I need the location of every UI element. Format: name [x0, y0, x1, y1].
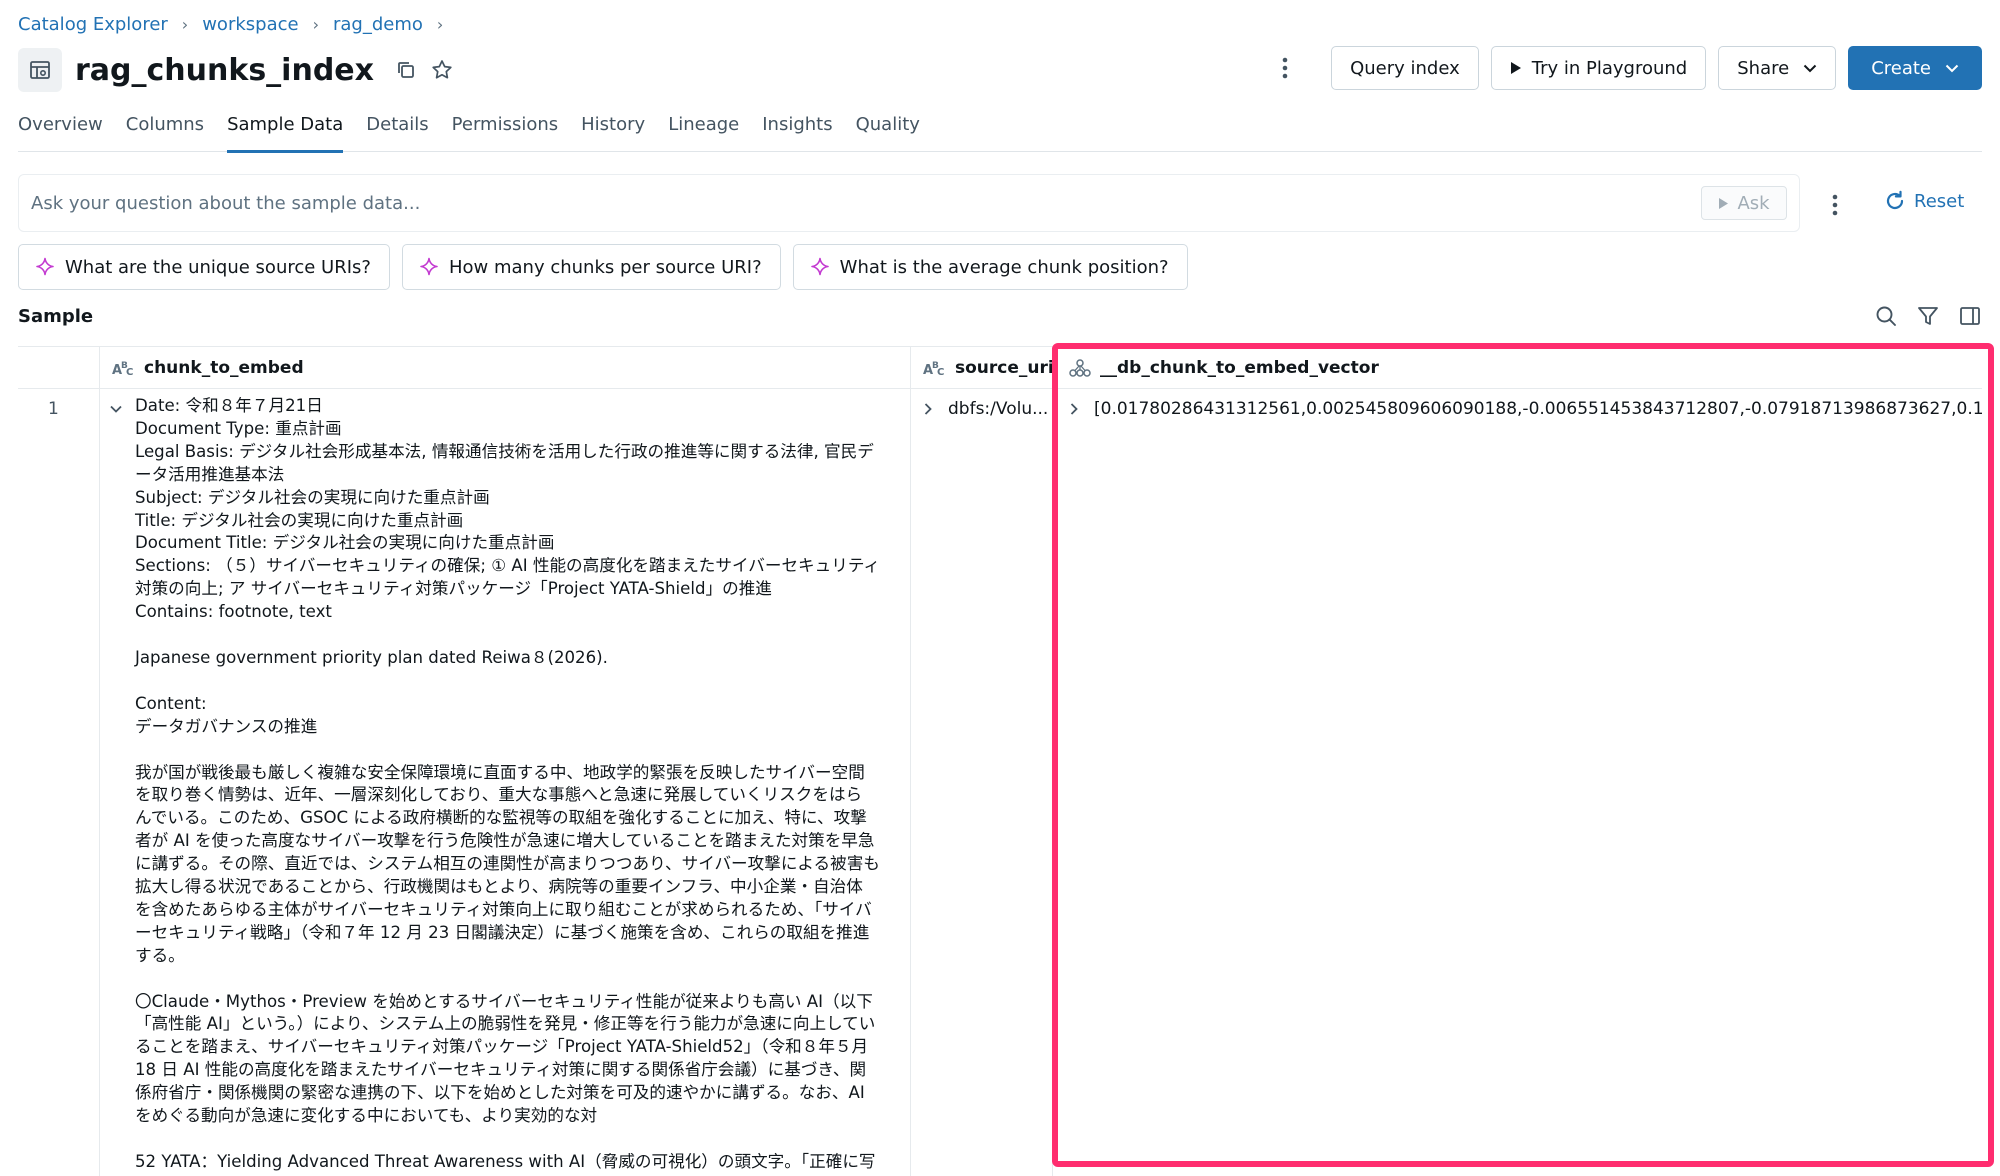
column-divider — [99, 347, 100, 1176]
search-icon[interactable] — [1874, 304, 1898, 328]
suggestion-label: What is the average chunk position? — [839, 256, 1169, 278]
source-uri-cell: dbfs:/Volu... — [948, 399, 1049, 419]
tab-overview[interactable]: Overview — [18, 110, 103, 152]
reset-button[interactable]: Reset — [1884, 190, 1964, 212]
sparkle-icon — [810, 257, 830, 277]
tab-sample-data[interactable]: Sample Data — [227, 110, 344, 153]
column-name: source_uri — [955, 358, 1054, 378]
play-icon — [1718, 197, 1729, 210]
page-title: rag_chunks_index — [75, 52, 374, 88]
create-button[interactable]: Create — [1848, 46, 1982, 90]
column-name: chunk_to_embed — [144, 358, 304, 378]
column-header-chunk-to-embed[interactable]: ABC chunk_to_embed — [112, 347, 304, 389]
breadcrumb-workspace[interactable]: workspace — [202, 14, 298, 35]
suggestion-label: How many chunks per source URI? — [448, 256, 762, 278]
tab-permissions[interactable]: Permissions — [452, 110, 558, 152]
filter-icon[interactable] — [1916, 304, 1940, 328]
ask-bar: Ask — [18, 174, 1800, 232]
column-header-db-chunk-to-embed-vector[interactable]: __db_chunk_to_embed_vector — [1068, 347, 1379, 389]
chevron-right-icon: › — [181, 15, 189, 34]
string-type-icon: ABC — [112, 359, 136, 377]
sparkle-icon — [419, 257, 439, 277]
tab-columns[interactable]: Columns — [126, 110, 204, 152]
svg-text:C: C — [126, 367, 133, 377]
query-index-button[interactable]: Query index — [1331, 46, 1479, 90]
header-actions: Query index Try in Playground Share Crea… — [1267, 46, 1982, 90]
ask-question-input[interactable] — [19, 192, 1701, 214]
ask-button[interactable]: Ask — [1701, 186, 1787, 220]
sample-section-title: Sample — [18, 306, 94, 327]
sample-toolbar — [1874, 304, 1982, 328]
chevron-right-icon: › — [436, 15, 444, 34]
title-row: rag_chunks_index — [18, 48, 456, 92]
chevron-down-icon[interactable] — [106, 399, 126, 419]
more-options-icon[interactable] — [1267, 46, 1303, 90]
create-label: Create — [1871, 57, 1931, 79]
breadcrumb-rag-demo[interactable]: rag_demo — [333, 14, 423, 35]
table-header-row: ABC chunk_to_embed ABC source_uri __db_c… — [18, 347, 1982, 389]
chevron-right-icon[interactable] — [918, 399, 938, 419]
tab-insights[interactable]: Insights — [762, 110, 832, 152]
share-button[interactable]: Share — [1718, 46, 1837, 90]
query-index-label: Query index — [1350, 57, 1460, 79]
tab-bar: Overview Columns Sample Data Details Per… — [18, 110, 1982, 153]
try-in-playground-button[interactable]: Try in Playground — [1490, 46, 1707, 90]
sample-data-table: ABC chunk_to_embed ABC source_uri __db_c… — [18, 346, 1984, 1176]
sparkle-icon — [35, 257, 55, 277]
copy-icon[interactable] — [392, 56, 420, 84]
refresh-icon — [1884, 190, 1906, 212]
share-label: Share — [1737, 57, 1790, 79]
reset-label: Reset — [1914, 190, 1965, 212]
ask-label: Ask — [1737, 192, 1770, 214]
tab-lineage[interactable]: Lineage — [668, 110, 739, 152]
chevron-right-icon: › — [312, 15, 319, 34]
suggestion-chip[interactable]: How many chunks per source URI? — [401, 244, 781, 290]
column-header-source-uri[interactable]: ABC source_uri — [923, 347, 1054, 389]
ask-more-options-icon[interactable] — [1820, 190, 1850, 220]
vector-index-icon — [18, 48, 62, 92]
vector-type-icon — [1068, 358, 1092, 378]
column-divider — [1052, 347, 1053, 1176]
column-name: __db_chunk_to_embed_vector — [1100, 358, 1379, 378]
chevron-down-icon — [1803, 64, 1817, 73]
string-type-icon: ABC — [923, 359, 947, 377]
chevron-right-icon[interactable] — [1064, 399, 1084, 419]
row-index: 1 — [48, 399, 59, 419]
vector-cell: [0.01780286431312561,0.00254580960609018… — [1094, 399, 1984, 419]
suggestion-chip[interactable]: What are the unique source URIs? — [18, 244, 390, 290]
tab-details[interactable]: Details — [366, 110, 428, 152]
svg-text:C: C — [937, 367, 944, 377]
tab-quality[interactable]: Quality — [856, 110, 920, 152]
play-icon — [1510, 61, 1522, 75]
suggestion-chip[interactable]: What is the average chunk position? — [792, 244, 1188, 290]
breadcrumb-catalog-explorer[interactable]: Catalog Explorer — [18, 14, 168, 35]
suggestion-chips: What are the unique source URIs? How man… — [18, 244, 1188, 290]
suggestion-label: What are the unique source URIs? — [65, 256, 371, 278]
star-icon[interactable] — [428, 56, 456, 84]
side-panel-icon[interactable] — [1958, 304, 1982, 328]
try-in-playground-label: Try in Playground — [1531, 57, 1688, 79]
tab-history[interactable]: History — [581, 110, 645, 152]
chevron-down-icon — [1945, 64, 1959, 73]
chunk-to-embed-cell: Date: 令和８年７月21日 Document Type: 重点計画 Lega… — [135, 396, 881, 1171]
breadcrumb: Catalog Explorer › workspace › rag_demo … — [18, 14, 443, 35]
